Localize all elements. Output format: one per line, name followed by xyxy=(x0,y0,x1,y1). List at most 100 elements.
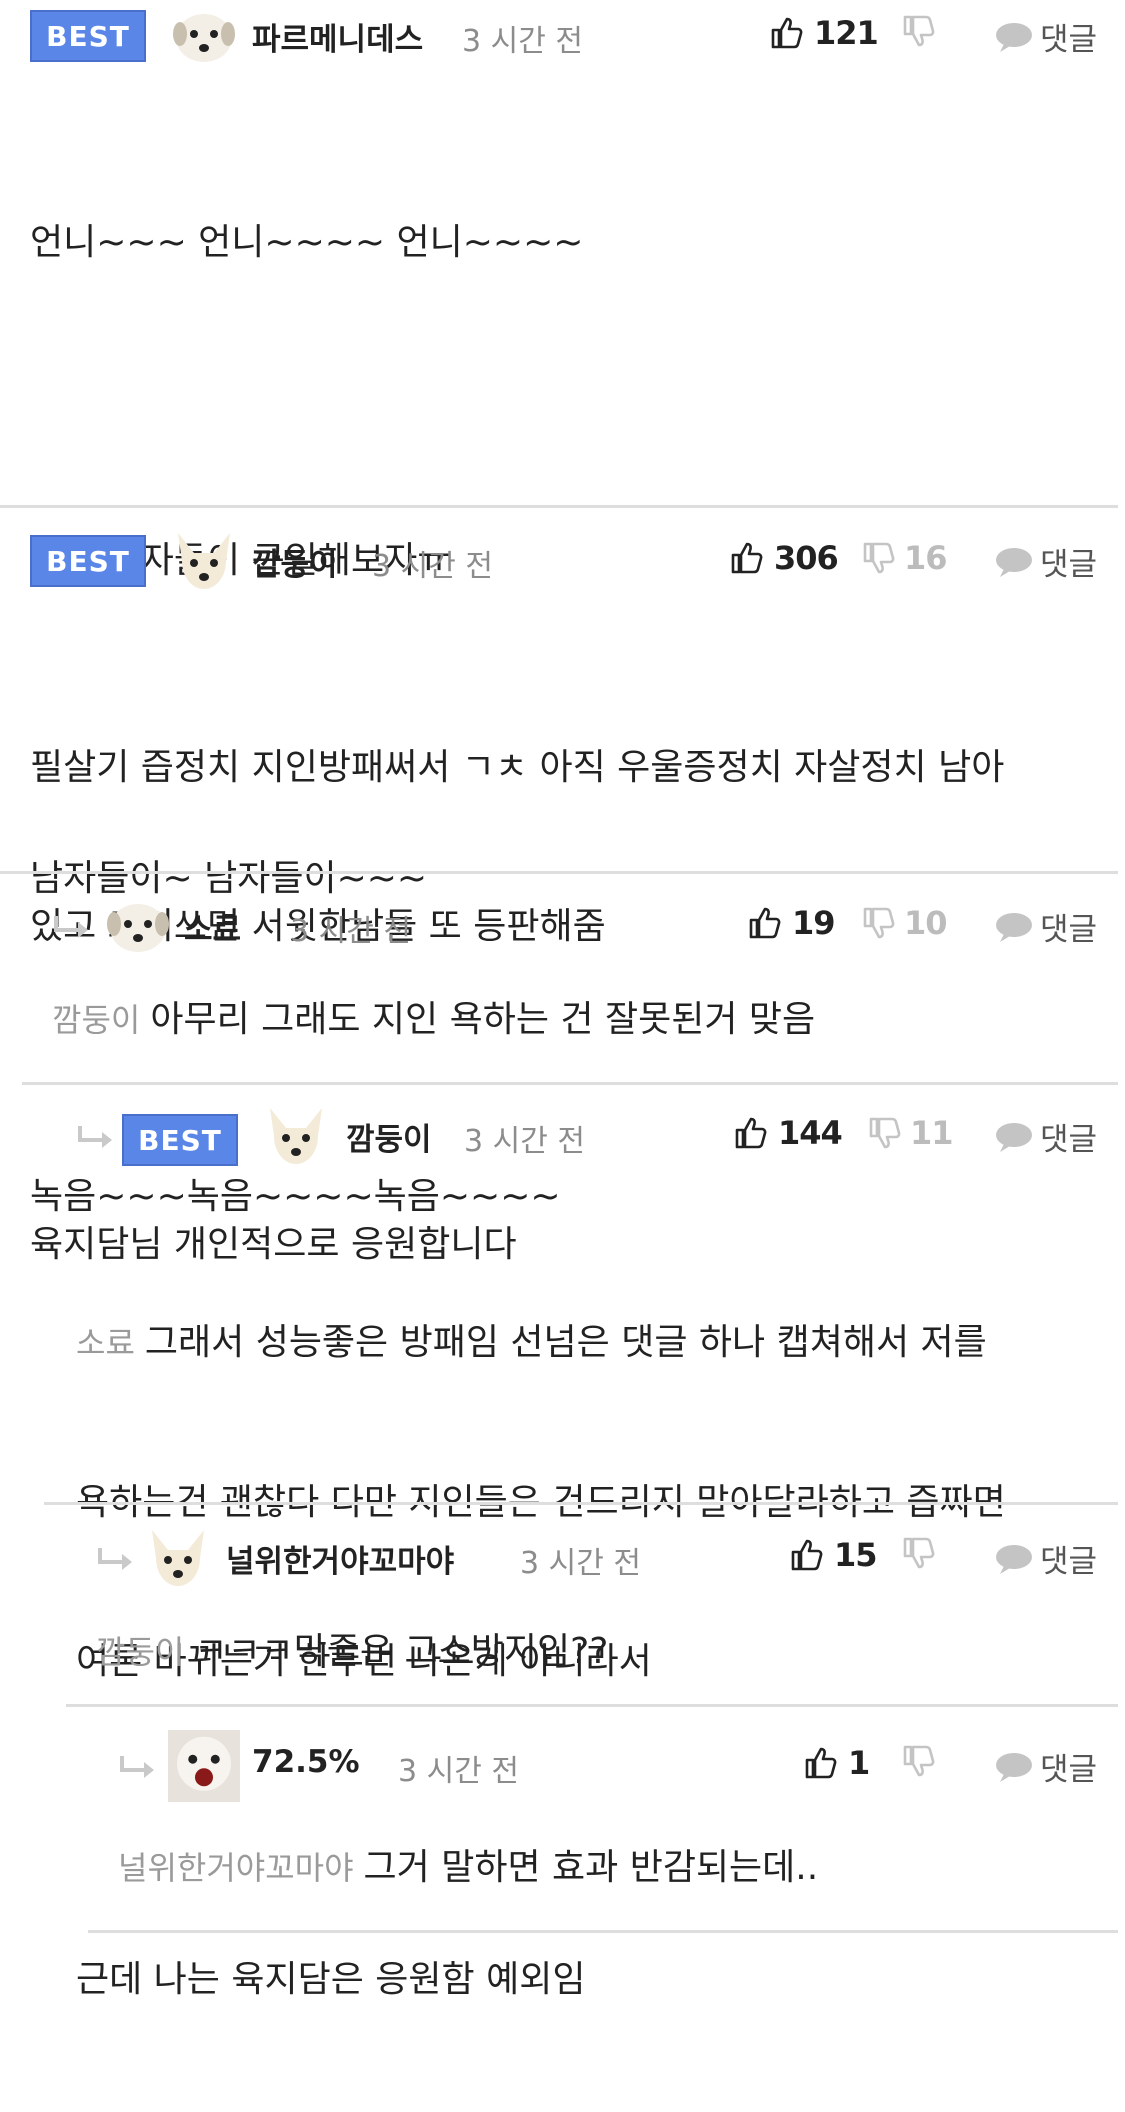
like-count: 306 xyxy=(774,539,839,577)
reply-button[interactable]: 댓글 xyxy=(994,539,1097,584)
thumbs-up-icon xyxy=(791,1539,823,1571)
dislike-button[interactable] xyxy=(902,1536,944,1570)
thumbs-down-icon xyxy=(869,1117,901,1149)
comment-line: 필살기 즙정치 지인방패써서 ㄱㅊ 아직 우울증정치 자살정치 남아 xyxy=(30,747,1005,788)
nickname[interactable]: 72.5% xyxy=(252,1744,360,1780)
reply-arrow-icon xyxy=(54,916,88,938)
comment-header: 72.5% 3 시간 전 1 댓글 xyxy=(0,1730,1125,1802)
dislike-count: 11 xyxy=(910,1114,954,1152)
separator xyxy=(44,1502,1118,1505)
reply-label: 댓글 xyxy=(1039,1122,1097,1158)
nickname[interactable]: 깜둥이 xyxy=(346,1114,432,1159)
like-button[interactable]: 144 xyxy=(734,1114,843,1152)
speech-bubble-icon xyxy=(995,1122,1032,1152)
reply-item: 소료 3 시간 전 19 10 댓글 깜둥이 아무리 그래도 지인 욕하는 건 잘… xyxy=(0,890,1125,1090)
like-button[interactable]: 1 xyxy=(804,1744,870,1782)
dog-avatar[interactable] xyxy=(172,4,236,68)
comment-header: BEST 깜둥이 3 시간 전 144 11 댓글 xyxy=(0,1100,1125,1172)
like-count: 144 xyxy=(778,1114,843,1152)
nickname[interactable]: 소료 xyxy=(184,904,241,949)
reply-label: 댓글 xyxy=(1039,1752,1097,1788)
comment-list: BEST 파르메니데스 3 시간 전 121 댓글 언니~~~ 언니~~~~ 언… xyxy=(0,0,1125,2000)
comment-text: ㅋㅋㅋ막줄은 고소방지임?? xyxy=(194,1631,609,1672)
mention[interactable]: 깜둥이 xyxy=(96,1633,184,1671)
nickname[interactable]: 깜둥이 xyxy=(252,539,338,584)
mention[interactable]: 깜둥이 xyxy=(52,1001,140,1039)
timestamp: 3 시간 전 xyxy=(290,914,411,949)
timestamp: 3 시간 전 xyxy=(462,24,583,59)
thumbs-down-icon xyxy=(903,15,935,47)
separator xyxy=(88,1930,1118,1933)
reply-item: BEST 깜둥이 3 시간 전 144 11 댓글 소료 그래서 성능좋은 방패… xyxy=(0,1100,1125,2000)
like-button[interactable]: 19 xyxy=(748,904,836,942)
speech-bubble-icon xyxy=(995,912,1032,942)
thumbs-up-icon xyxy=(731,542,763,574)
mention[interactable]: 널위한거야꼬마야 xyxy=(118,1849,354,1887)
timestamp: 3 시간 전 xyxy=(464,1124,585,1159)
reply-button[interactable]: 댓글 xyxy=(994,1536,1097,1581)
dislike-button[interactable] xyxy=(902,14,944,48)
speech-bubble-icon xyxy=(995,547,1032,577)
reply-arrow-icon xyxy=(78,1126,112,1148)
reply-label: 댓글 xyxy=(1039,547,1097,583)
dog-avatar[interactable] xyxy=(106,894,170,958)
dislike-button[interactable] xyxy=(902,1744,944,1778)
speech-bubble-icon xyxy=(995,22,1032,52)
reply-label: 댓글 xyxy=(1039,912,1097,948)
nickname[interactable]: 파르메니데스 xyxy=(252,14,423,59)
reply-button[interactable]: 댓글 xyxy=(994,14,1097,59)
comment-line: 언니~~~ 언니~~~~ 언니~~~~ xyxy=(30,222,584,263)
mention[interactable]: 소료 xyxy=(76,1324,135,1362)
dog-avatar[interactable] xyxy=(168,1730,240,1802)
timestamp: 3 시간 전 xyxy=(520,1546,641,1581)
comment-line: 그래서 성능좋은 방패임 선넘은 댓글 하나 캡쳐해서 저를 xyxy=(144,1322,987,1363)
reply-button[interactable]: 댓글 xyxy=(994,1114,1097,1159)
like-button[interactable]: 121 xyxy=(770,14,879,52)
like-count: 121 xyxy=(814,14,879,52)
separator xyxy=(0,505,1118,508)
nickname[interactable]: 널위한거야꼬마야 xyxy=(226,1536,454,1581)
comment-line: 근데 나는 육지담은 응원함 예외임 xyxy=(76,1959,586,2000)
reply-button[interactable]: 댓글 xyxy=(994,904,1097,949)
like-count: 1 xyxy=(848,1744,870,1782)
best-badge: BEST xyxy=(122,1114,238,1166)
thumbs-down-icon xyxy=(863,542,895,574)
comment-text: 그거 말하면 효과 반감되는데.. xyxy=(363,1847,819,1888)
reply-item: 72.5% 3 시간 전 1 댓글 널위한거야꼬마야 그거 말하면 효과 반감되는… xyxy=(0,1730,1125,1947)
reply-button[interactable]: 댓글 xyxy=(994,1744,1097,1789)
thumbs-down-icon xyxy=(863,907,895,939)
dog-avatar[interactable] xyxy=(172,529,236,593)
reply-label: 댓글 xyxy=(1039,22,1097,58)
reply-arrow-icon xyxy=(120,1756,154,1778)
like-button[interactable]: 306 xyxy=(730,539,839,577)
thumbs-down-icon xyxy=(903,1745,935,1777)
like-button[interactable]: 15 xyxy=(790,1536,878,1574)
best-badge: BEST xyxy=(30,10,146,62)
like-count: 15 xyxy=(834,1536,878,1574)
thumbs-up-icon xyxy=(735,1117,767,1149)
thumbs-up-icon xyxy=(771,17,803,49)
dislike-button[interactable]: 10 xyxy=(862,904,948,942)
comment-text: 아무리 그래도 지인 욕하는 건 잘못된거 맞음 xyxy=(150,999,816,1040)
dog-avatar[interactable] xyxy=(146,1526,210,1590)
thumbs-up-icon xyxy=(805,1747,837,1779)
comment-header: 널위한거야꼬마야 3 시간 전 15 댓글 xyxy=(0,1522,1125,1594)
dislike-count: 16 xyxy=(904,539,948,577)
separator xyxy=(0,871,1118,874)
thumbs-up-icon xyxy=(749,907,781,939)
dislike-count: 10 xyxy=(904,904,948,942)
comment-header: BEST 깜둥이 3 시간 전 306 16 댓글 xyxy=(0,525,1125,597)
dislike-button[interactable]: 16 xyxy=(862,539,948,577)
comment-item: BEST 깜둥이 3 시간 전 306 16 댓글 필살기 즙정치 지인방패써서… xyxy=(0,525,1125,1265)
timestamp: 3 시간 전 xyxy=(398,1754,519,1789)
speech-bubble-icon xyxy=(995,1752,1032,1782)
comment-body: 널위한거야꼬마야 그거 말하면 효과 반감되는데.. xyxy=(118,1838,818,1890)
dog-avatar[interactable] xyxy=(264,1104,328,1168)
reply-label: 댓글 xyxy=(1039,1544,1097,1580)
comment-body: 깜둥이 ㅋㅋㅋ막줄은 고소방지임?? xyxy=(96,1622,608,1674)
comment-body: 깜둥이 아무리 그래도 지인 욕하는 건 잘못된거 맞음 xyxy=(52,990,815,1042)
best-badge: BEST xyxy=(30,535,146,587)
separator xyxy=(66,1704,1118,1707)
dislike-button[interactable]: 11 xyxy=(868,1114,954,1152)
speech-bubble-icon xyxy=(995,1544,1032,1574)
